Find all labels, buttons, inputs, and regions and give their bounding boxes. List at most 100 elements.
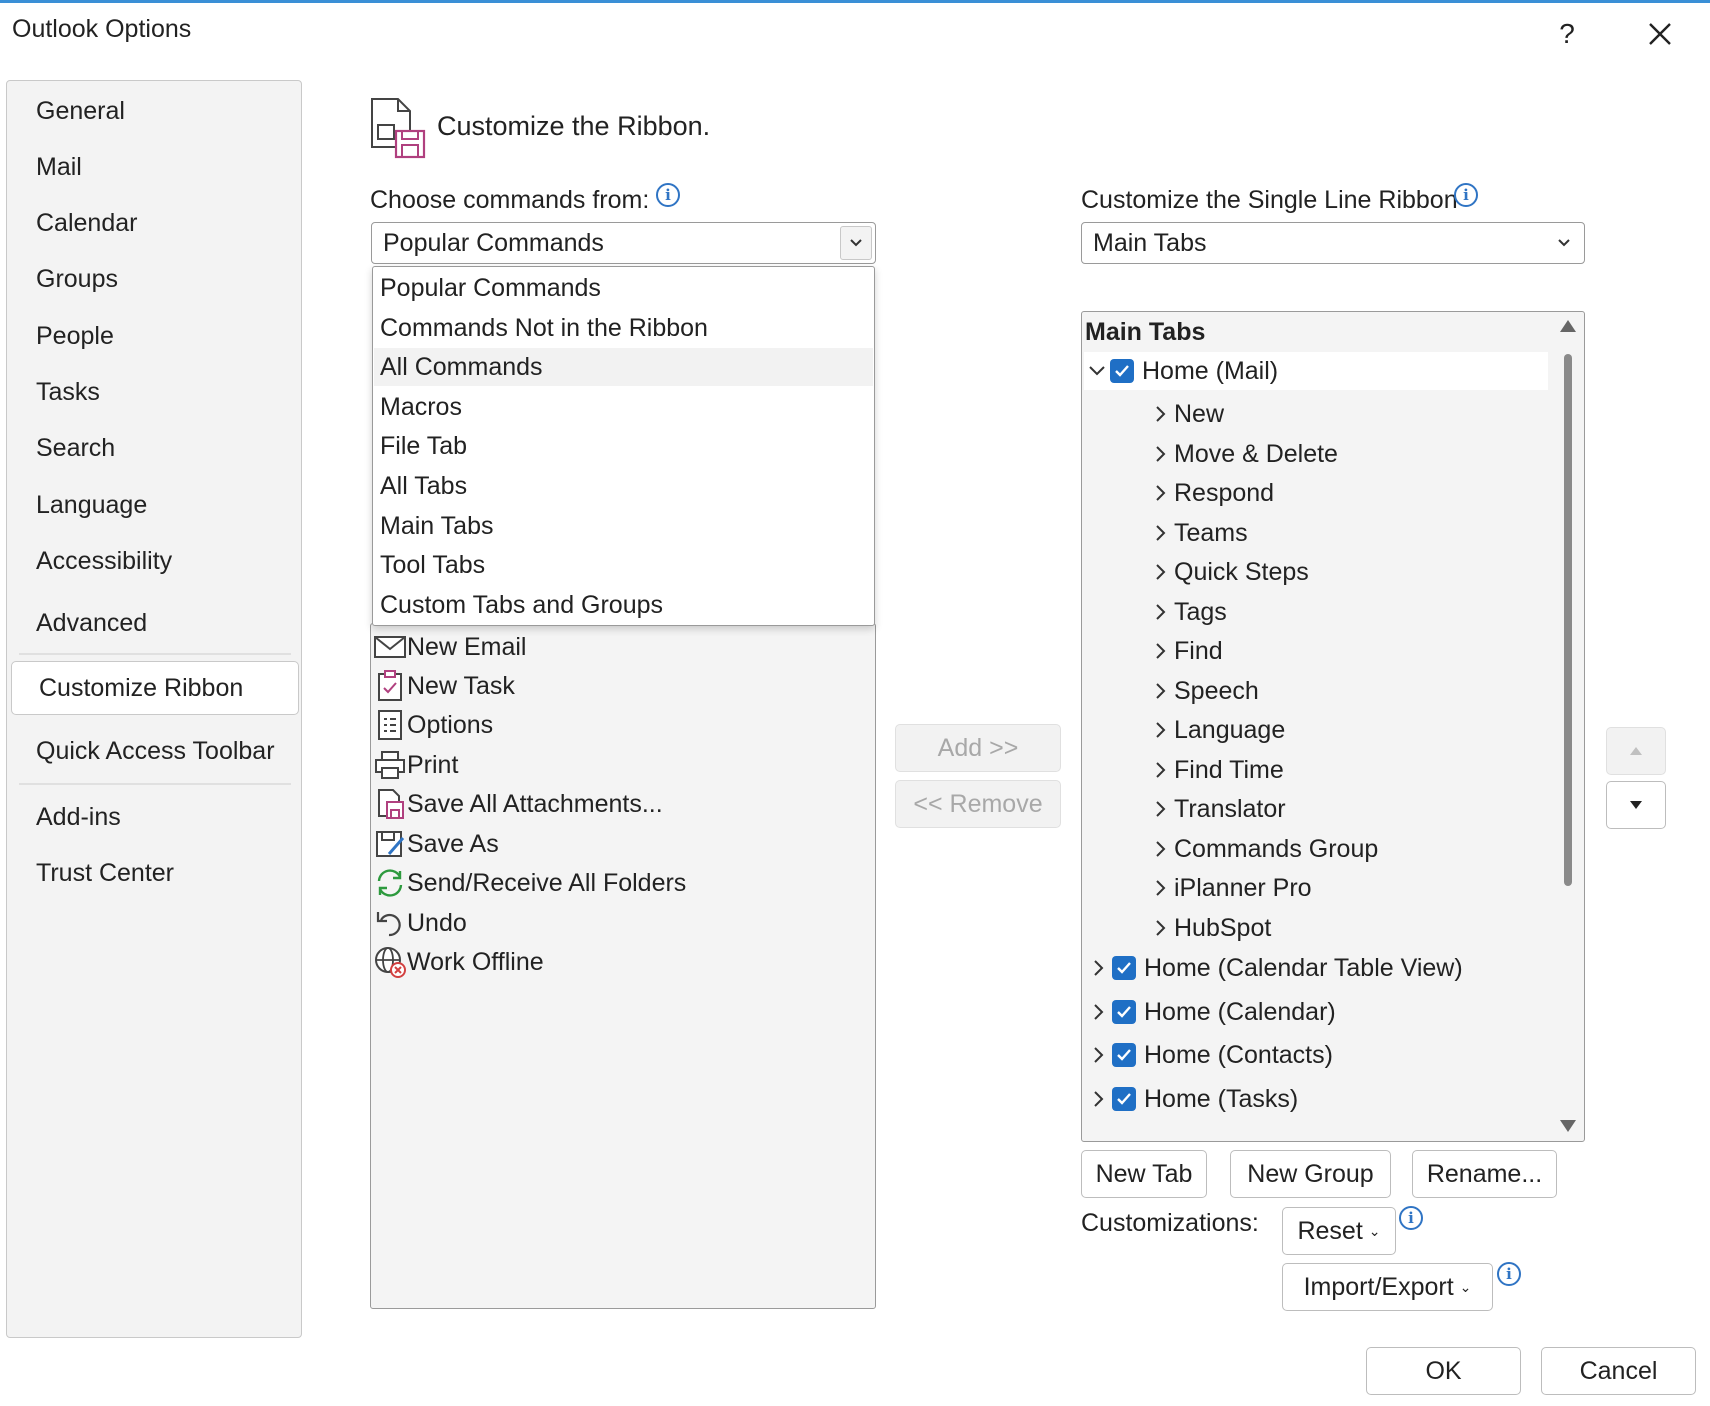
chevron-right-icon[interactable] xyxy=(1148,711,1174,749)
chevron-right-icon[interactable] xyxy=(1148,435,1174,473)
add-button[interactable]: Add >> xyxy=(895,724,1061,772)
tree-item[interactable]: Language xyxy=(1148,711,1285,749)
chevron-right-icon[interactable] xyxy=(1148,514,1174,552)
help-button[interactable]: ? xyxy=(1537,11,1597,57)
checkbox-checked-icon[interactable] xyxy=(1112,956,1136,980)
reset-button[interactable]: Reset ⌄ xyxy=(1282,1207,1396,1255)
cancel-button[interactable]: Cancel xyxy=(1541,1347,1696,1395)
chevron-right-icon[interactable] xyxy=(1148,553,1174,591)
sidebar-item-add-ins[interactable]: Add-ins xyxy=(9,793,299,841)
list-item[interactable]: Save As xyxy=(373,825,499,863)
sidebar-item-advanced[interactable]: Advanced xyxy=(9,599,299,647)
rename-button[interactable]: Rename... xyxy=(1412,1150,1557,1198)
chevron-right-icon[interactable] xyxy=(1086,1036,1112,1074)
tree-item-home-tasks[interactable]: Home (Tasks) xyxy=(1086,1080,1298,1118)
tree-item[interactable]: New xyxy=(1148,395,1224,433)
list-item[interactable]: Print xyxy=(373,746,458,784)
dropdown-option[interactable]: Tool Tabs xyxy=(374,546,873,584)
dropdown-option[interactable]: File Tab xyxy=(374,427,873,465)
chevron-right-icon[interactable] xyxy=(1148,869,1174,907)
list-item[interactable]: New Task xyxy=(373,667,515,705)
ok-button[interactable]: OK xyxy=(1366,1347,1521,1395)
ribbon-tabs-dropdown[interactable]: Main Tabs xyxy=(1081,222,1585,264)
commands-source-dropdown-list[interactable]: Popular Commands Commands Not in the Rib… xyxy=(372,266,875,626)
tree-scrollbar[interactable] xyxy=(1553,314,1583,1139)
info-icon[interactable]: i xyxy=(1497,1262,1521,1286)
tree-item[interactable]: HubSpot xyxy=(1148,909,1271,947)
dropdown-option[interactable]: All Commands xyxy=(374,348,873,386)
sidebar-item-groups[interactable]: Groups xyxy=(9,255,299,303)
move-down-button[interactable] xyxy=(1606,781,1666,829)
new-group-button[interactable]: New Group xyxy=(1230,1150,1391,1198)
dropdown-option[interactable]: Popular Commands xyxy=(374,269,873,307)
info-icon[interactable]: i xyxy=(1454,183,1478,207)
scroll-up-arrow-icon[interactable] xyxy=(1559,318,1577,334)
sidebar-item-language[interactable]: Language xyxy=(9,481,299,529)
info-icon[interactable]: i xyxy=(1399,1206,1423,1230)
sidebar-item-tasks[interactable]: Tasks xyxy=(9,368,299,416)
dropdown-option[interactable]: Main Tabs xyxy=(374,507,873,545)
tree-item[interactable]: iPlanner Pro xyxy=(1148,869,1312,907)
tree-item[interactable]: Quick Steps xyxy=(1148,553,1309,591)
ribbon-tabs-tree[interactable]: Main Tabs Home (Mail) New Move & Delete … xyxy=(1081,311,1585,1142)
dropdown-option[interactable]: Commands Not in the Ribbon xyxy=(374,309,873,347)
import-export-button[interactable]: Import/Export ⌄ xyxy=(1282,1263,1493,1311)
sidebar-item-trust-center[interactable]: Trust Center xyxy=(9,849,299,897)
tree-item[interactable]: Commands Group xyxy=(1148,830,1378,868)
sidebar-item-general[interactable]: General xyxy=(9,87,299,135)
list-item[interactable]: Work Offline xyxy=(373,943,544,981)
scrollbar-thumb[interactable] xyxy=(1564,354,1572,886)
checkbox-checked-icon[interactable] xyxy=(1112,1043,1136,1067)
move-up-button[interactable] xyxy=(1606,727,1666,775)
dropdown-option[interactable]: All Tabs xyxy=(374,467,873,505)
chevron-right-icon[interactable] xyxy=(1148,909,1174,947)
tree-item[interactable]: Respond xyxy=(1148,474,1274,512)
chevron-right-icon[interactable] xyxy=(1148,632,1174,670)
chevron-down-icon[interactable] xyxy=(1084,352,1110,390)
sidebar-item-people[interactable]: People xyxy=(9,312,299,360)
checkbox-checked-icon[interactable] xyxy=(1112,1000,1136,1024)
tree-item-home-contacts[interactable]: Home (Contacts) xyxy=(1086,1036,1333,1074)
chevron-right-icon[interactable] xyxy=(1086,949,1112,987)
tree-item[interactable]: Speech xyxy=(1148,672,1259,710)
tree-item-home-mail[interactable]: Home (Mail) xyxy=(1084,352,1548,390)
tree-item[interactable]: Teams xyxy=(1148,514,1248,552)
chevron-right-icon[interactable] xyxy=(1148,395,1174,433)
sidebar-item-search[interactable]: Search xyxy=(9,424,299,472)
dropdown-option[interactable]: Macros xyxy=(374,388,873,426)
sidebar-item-accessibility[interactable]: Accessibility xyxy=(9,537,299,585)
chevron-right-icon[interactable] xyxy=(1148,751,1174,789)
tree-item[interactable]: Find Time xyxy=(1148,751,1284,789)
tree-item[interactable]: Tags xyxy=(1148,593,1227,631)
tree-item[interactable]: Find xyxy=(1148,632,1223,670)
list-item[interactable]: Send/Receive All Folders xyxy=(373,864,686,902)
choose-commands-dropdown[interactable]: Popular Commands xyxy=(371,222,876,264)
dropdown-option[interactable]: Custom Tabs and Groups xyxy=(374,586,873,624)
scroll-down-arrow-icon[interactable] xyxy=(1559,1118,1577,1134)
remove-button[interactable]: << Remove xyxy=(895,780,1061,828)
list-item[interactable]: Save All Attachments... xyxy=(373,785,663,823)
list-item[interactable]: New Email xyxy=(373,628,526,666)
new-tab-button[interactable]: New Tab xyxy=(1081,1150,1207,1198)
tree-item[interactable]: Translator xyxy=(1148,790,1286,828)
chevron-right-icon[interactable] xyxy=(1148,672,1174,710)
info-icon[interactable]: i xyxy=(656,183,680,207)
checkbox-checked-icon[interactable] xyxy=(1110,359,1134,383)
tree-item-home-calendar-table-view[interactable]: Home (Calendar Table View) xyxy=(1086,949,1463,987)
close-button[interactable] xyxy=(1630,11,1690,57)
commands-list[interactable]: New Email New Task Options Print Save Al… xyxy=(370,623,876,1309)
sidebar-item-calendar[interactable]: Calendar xyxy=(9,199,299,247)
list-item[interactable]: Undo xyxy=(373,904,467,942)
chevron-right-icon[interactable] xyxy=(1148,790,1174,828)
chevron-right-icon[interactable] xyxy=(1148,474,1174,512)
tree-item-home-calendar[interactable]: Home (Calendar) xyxy=(1086,993,1336,1031)
chevron-right-icon[interactable] xyxy=(1086,1080,1112,1118)
sidebar-item-customize-ribbon[interactable]: Customize Ribbon xyxy=(11,661,299,715)
chevron-right-icon[interactable] xyxy=(1148,593,1174,631)
list-item[interactable]: Options xyxy=(373,706,493,744)
chevron-right-icon[interactable] xyxy=(1148,830,1174,868)
sidebar-item-mail[interactable]: Mail xyxy=(9,143,299,191)
tree-item[interactable]: Move & Delete xyxy=(1148,435,1338,473)
sidebar-item-quick-access-toolbar[interactable]: Quick Access Toolbar xyxy=(9,727,299,775)
checkbox-checked-icon[interactable] xyxy=(1112,1087,1136,1111)
